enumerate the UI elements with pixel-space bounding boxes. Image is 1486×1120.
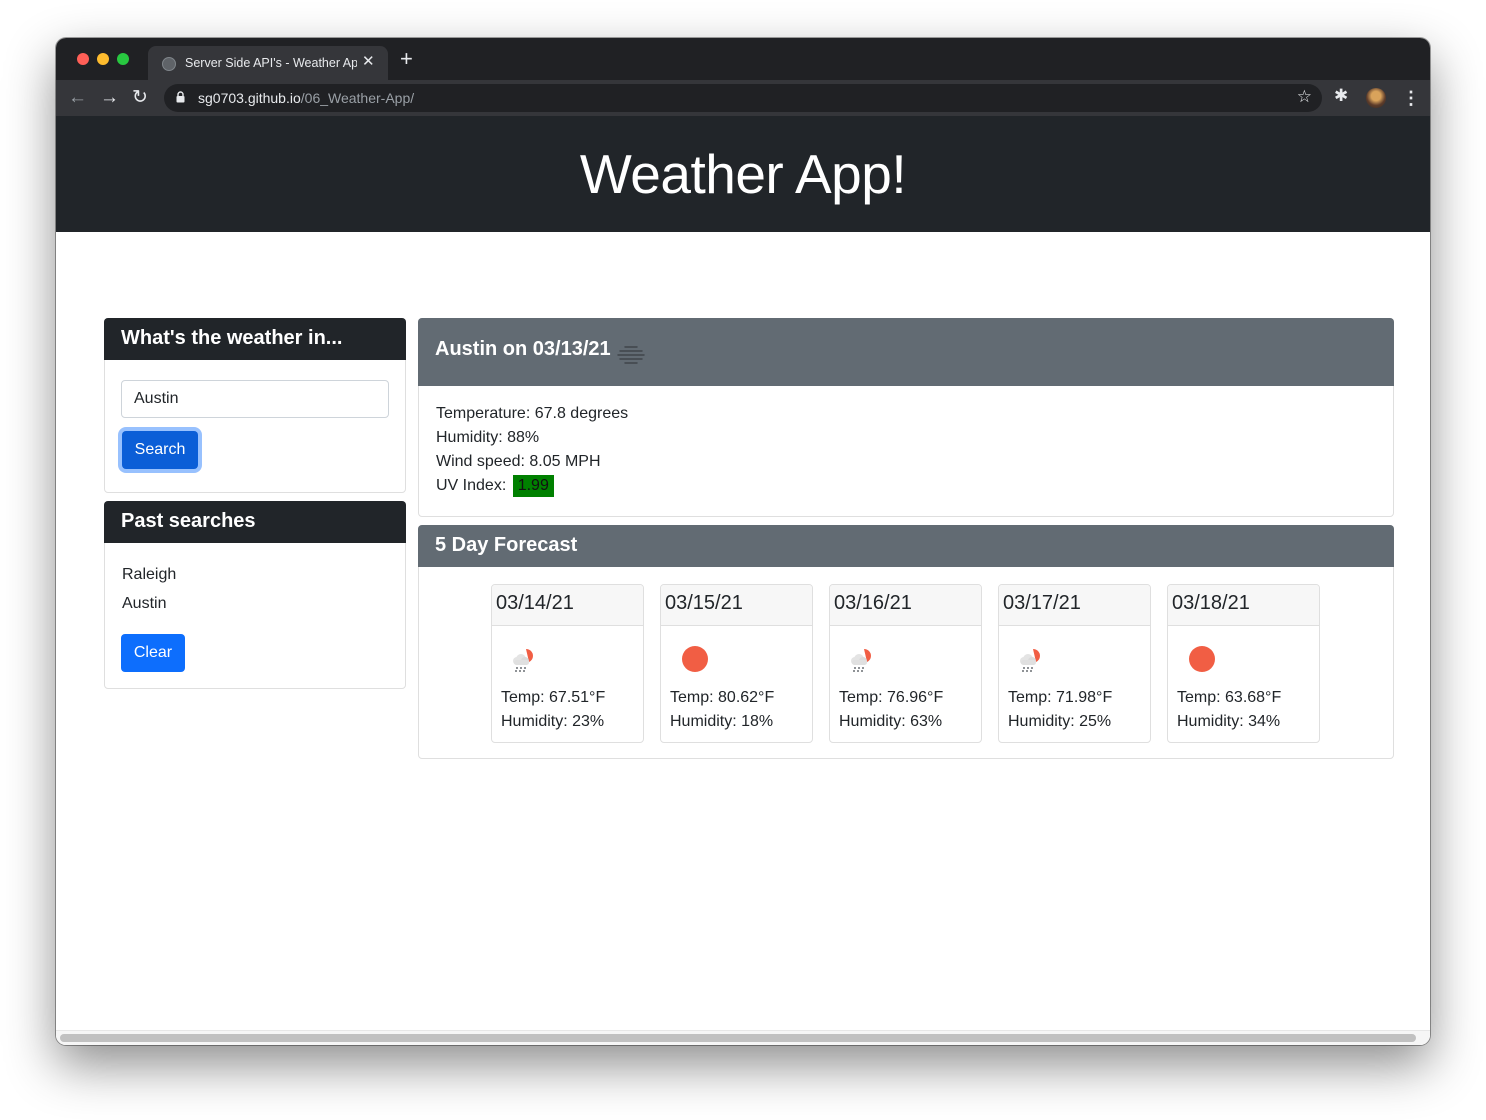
lock-icon	[176, 91, 185, 103]
forecast-humidity: Humidity: 23%	[501, 713, 605, 730]
forecast-temp: Temp: 76.96°F	[839, 689, 944, 706]
rain-sun-icon	[1020, 649, 1040, 672]
forecast-day-card: 03/18/21 Temp: 63.68°F Humidity: 34%	[1167, 584, 1320, 743]
forecast-day-card: 03/14/21 Temp: 67.51°F Humidity: 23%	[491, 584, 644, 743]
forward-arrow-icon[interactable]: →	[100, 85, 119, 111]
uv-index-badge: 1.99	[512, 475, 554, 497]
forecast-temp: Temp: 67.51°F	[501, 689, 606, 706]
forecast-temp: Temp: 80.62°F	[670, 689, 775, 706]
forecast-date: 03/16/21	[834, 592, 912, 614]
haze-icon	[617, 346, 645, 364]
forecast-humidity: Humidity: 63%	[839, 713, 943, 730]
horizontal-scrollbar[interactable]	[56, 1030, 1430, 1045]
page-content: Weather App! What's the weather in... Se…	[56, 116, 1430, 1045]
forecast-temp: Temp: 71.98°F	[1008, 689, 1113, 706]
past-search-item[interactable]: Austin	[122, 595, 166, 613]
search-card: What's the weather in... Search	[104, 318, 406, 493]
forecast-heading: 5 Day Forecast	[435, 534, 578, 556]
city-search-input[interactable]	[121, 380, 389, 418]
close-tab-icon[interactable]: ✕	[362, 53, 375, 71]
forecast-day-header: 03/15/21	[661, 585, 812, 626]
globe-icon	[162, 57, 176, 71]
url-text[interactable]: sg0703.github.io/06_Weather-App/	[198, 90, 414, 106]
reload-icon[interactable]: ↻	[132, 85, 148, 111]
rain-sun-icon	[513, 649, 533, 672]
past-searches-heading: Past searches	[121, 510, 256, 532]
past-searches-card: Past searches Raleigh Austin Clear	[104, 501, 406, 689]
clear-button[interactable]: Clear	[121, 634, 185, 672]
current-temperature: Temperature: 67.8 degrees	[436, 405, 629, 422]
close-window-button[interactable]	[77, 53, 89, 65]
search-card-header: What's the weather in...	[104, 318, 406, 360]
forecast-day-card: 03/17/21 Temp: 71.98°F Humidity: 25%	[998, 584, 1151, 743]
rain-sun-icon	[851, 649, 871, 672]
uv-index-label: UV Index:	[436, 477, 511, 494]
current-city-date: Austin on 03/13/21	[435, 338, 611, 360]
forecast-header: 5 Day Forecast	[418, 525, 1394, 567]
minimize-window-button[interactable]	[97, 53, 109, 65]
forecast-date: 03/17/21	[1003, 592, 1081, 614]
current-weather-card: Austin on 03/13/21 Temperature: 67.8 deg…	[418, 318, 1394, 517]
forecast-humidity: Humidity: 25%	[1008, 713, 1112, 730]
scrollbar-thumb[interactable]	[60, 1034, 1416, 1042]
forecast-day-header: 03/16/21	[830, 585, 981, 626]
sun-icon	[1189, 646, 1215, 672]
sun-icon	[682, 646, 708, 672]
maximize-window-button[interactable]	[117, 53, 129, 65]
new-tab-icon[interactable]: +	[400, 48, 413, 70]
forecast-day-header: 03/18/21	[1168, 585, 1319, 626]
back-arrow-icon[interactable]: ←	[68, 85, 87, 111]
bookmark-star-icon[interactable]: ☆	[1297, 87, 1312, 107]
current-weather-header: Austin on 03/13/21	[418, 318, 1394, 386]
forecast-day-header: 03/17/21	[999, 585, 1150, 626]
browser-tab[interactable]: Server Side API's - Weather App ✕	[148, 46, 388, 80]
current-humidity: Humidity: 88%	[436, 429, 540, 446]
url-domain: sg0703.github.io	[198, 90, 301, 106]
forecast-day-header: 03/14/21	[492, 585, 643, 626]
forecast-date: 03/14/21	[496, 592, 574, 614]
current-uv-line: UV Index: 1.99	[436, 475, 554, 497]
search-button[interactable]: Search	[122, 431, 198, 469]
extensions-puzzle-icon[interactable]: ✱	[1334, 86, 1348, 106]
forecast-temp: Temp: 63.68°F	[1177, 689, 1282, 706]
forecast-day-card: 03/16/21 Temp: 76.96°F Humidity: 63%	[829, 584, 982, 743]
forecast-date: 03/15/21	[665, 592, 743, 614]
search-heading: What's the weather in...	[121, 327, 343, 349]
forecast-date: 03/18/21	[1172, 592, 1250, 614]
tab-bar: Server Side API's - Weather App ✕ +	[56, 38, 1430, 80]
browser-toolbar: ← → ↻ sg0703.github.io/06_Weather-App/ ☆…	[56, 80, 1430, 116]
url-path: /06_Weather-App/	[300, 90, 415, 106]
tab-title: Server Side API's - Weather App	[185, 56, 357, 70]
forecast-humidity: Humidity: 34%	[1177, 713, 1281, 730]
current-wind-speed: Wind speed: 8.05 MPH	[436, 453, 601, 470]
menu-dots-icon[interactable]: ⋮	[1402, 85, 1420, 111]
browser-window: Server Side API's - Weather App ✕ + ← → …	[56, 38, 1430, 1045]
forecast-humidity: Humidity: 18%	[670, 713, 774, 730]
profile-avatar[interactable]	[1366, 88, 1386, 108]
past-searches-header: Past searches	[104, 501, 406, 543]
forecast-day-card: 03/15/21 Temp: 80.62°F Humidity: 18%	[660, 584, 813, 743]
app-header: Weather App!	[56, 116, 1430, 232]
page-title: Weather App!	[579, 143, 907, 205]
address-bar[interactable]: sg0703.github.io/06_Weather-App/ ☆	[164, 84, 1322, 112]
past-search-item[interactable]: Raleigh	[122, 566, 176, 584]
forecast-card: 5 Day Forecast 03/14/21 Temp: 67.51°F Hu…	[418, 525, 1394, 759]
